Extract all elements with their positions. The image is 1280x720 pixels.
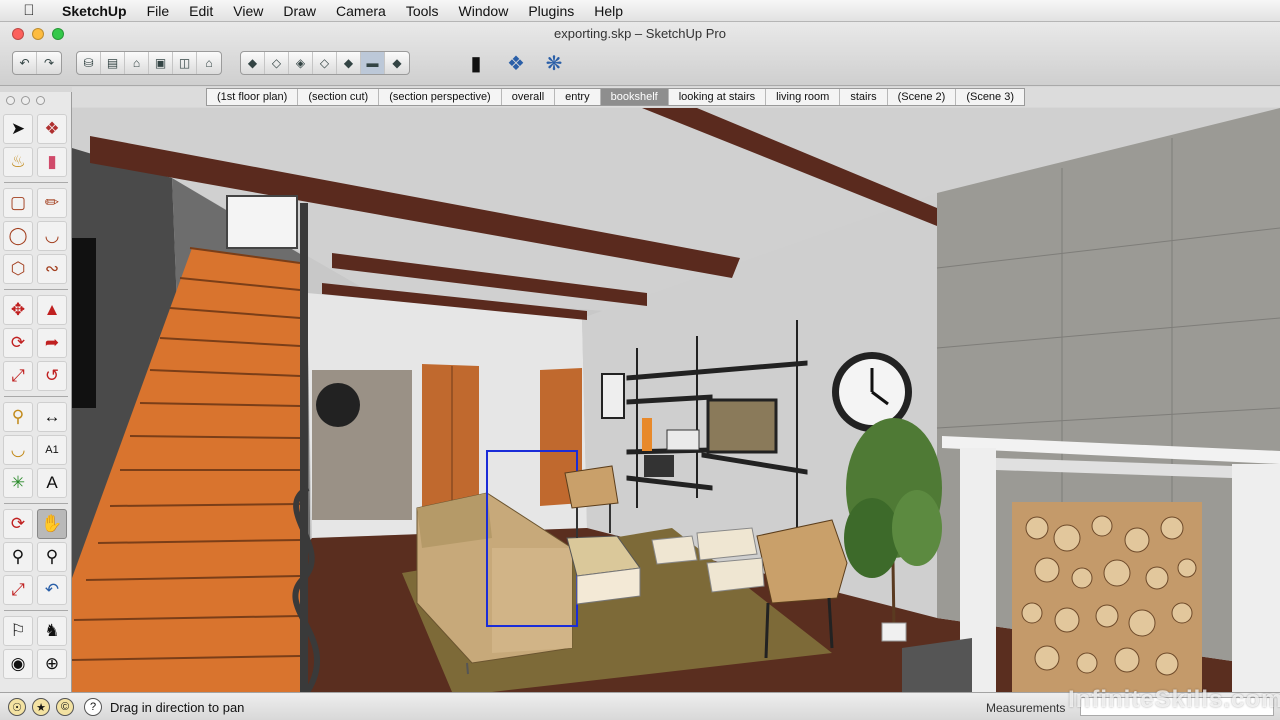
back-view-icon[interactable]: ◫ xyxy=(173,52,197,74)
right-view-icon[interactable]: ▣ xyxy=(149,52,173,74)
zoom-extents-icon[interactable]: ⤢ xyxy=(3,575,33,605)
freehand-icon[interactable]: ∾ xyxy=(37,254,67,284)
zoom-icon[interactable]: ⚲ xyxy=(3,542,33,572)
dimension-icon[interactable]: ↔ xyxy=(37,402,67,432)
arc-icon[interactable]: ◡ xyxy=(37,221,67,251)
tab-looking-at-stairs[interactable]: looking at stairs xyxy=(669,89,767,105)
tab-stairs[interactable]: stairs xyxy=(840,89,888,105)
select-icon[interactable]: ➤ xyxy=(3,114,33,144)
tab-scene-2[interactable]: (Scene 2) xyxy=(888,89,957,105)
window-title: exporting.skp – SketchUp Pro xyxy=(554,26,726,41)
eraser-icon[interactable]: ▮ xyxy=(37,147,67,177)
menu-help[interactable]: Help xyxy=(584,0,633,22)
pan-icon[interactable]: ✋ xyxy=(37,509,67,539)
follow-me-icon[interactable]: ➦ xyxy=(37,328,67,358)
tab-living-room[interactable]: living room xyxy=(766,89,841,105)
orbit-icon[interactable]: ⟳ xyxy=(3,509,33,539)
undo-redo-group: ↶ ↷ xyxy=(12,51,62,75)
monochrome-style-icon[interactable]: ◆ xyxy=(385,52,409,74)
measurements-label: Measurements xyxy=(986,701,1066,715)
get-models-icon[interactable]: ❋ xyxy=(540,49,568,77)
push-pull-icon[interactable]: ▲ xyxy=(37,295,67,325)
walk-icon[interactable]: ♞ xyxy=(37,616,67,646)
paint-bucket-icon[interactable]: ♨ xyxy=(3,147,33,177)
left-view-icon[interactable]: ⌂ xyxy=(197,52,221,74)
menu-edit[interactable]: Edit xyxy=(179,0,223,22)
axes-icon[interactable]: ✳ xyxy=(3,468,33,498)
model-viewport[interactable] xyxy=(72,108,1280,692)
menu-draw[interactable]: Draw xyxy=(273,0,326,22)
help-icon[interactable]: ? xyxy=(84,698,102,716)
back-edges-style-icon[interactable]: ◇ xyxy=(265,52,289,74)
3d-text-icon[interactable]: A xyxy=(37,468,67,498)
tab-bookshelf[interactable]: bookshelf xyxy=(600,89,669,105)
look-around-icon[interactable]: ◉ xyxy=(3,649,33,679)
tab-scene-3[interactable]: (Scene 3) xyxy=(956,89,1024,105)
front-view-icon[interactable]: ⌂ xyxy=(125,52,149,74)
menu-tools[interactable]: Tools xyxy=(396,0,449,22)
position-camera-icon[interactable]: ⚐ xyxy=(3,616,33,646)
tab-overall[interactable]: overall xyxy=(502,89,556,105)
iso-view-icon[interactable]: ⛁ xyxy=(77,52,101,74)
views-group: ⛁ ▤ ⌂ ▣ ◫ ⌂ xyxy=(76,51,222,75)
menu-file[interactable]: File xyxy=(137,0,180,22)
components-icon[interactable]: ❖ xyxy=(502,49,530,77)
line-icon[interactable]: ✏ xyxy=(37,188,67,218)
polygon-icon[interactable]: ⬡ xyxy=(3,254,33,284)
palette-minimize-button[interactable] xyxy=(21,96,30,105)
credits-icon[interactable]: ★ xyxy=(32,698,50,716)
top-view-icon[interactable]: ▤ xyxy=(101,52,125,74)
zoom-window-icon[interactable]: ⚲ xyxy=(37,542,67,572)
wireframe-style-icon[interactable]: ◈ xyxy=(289,52,313,74)
apple-icon[interactable]:  xyxy=(18,2,40,19)
scene-tabs: (1st floor plan) (section cut) (section … xyxy=(206,88,1026,106)
tab-entry[interactable]: entry xyxy=(555,89,601,105)
palette-close-button[interactable] xyxy=(6,96,15,105)
tab-1st-floor-plan[interactable]: (1st floor plan) xyxy=(207,89,299,105)
status-message: Drag in direction to pan xyxy=(110,700,245,715)
tape-measure-icon[interactable]: ⚲ xyxy=(3,402,33,432)
circle-icon[interactable]: ◯ xyxy=(3,221,33,251)
tool-palette: ➤ ❖ ♨ ▮ ▢ ✏ ◯ ◡ ⬡ ∾ ✥ ▲ ⟳ ➦ ⤢ ↺ ⚲ ↔ ◡ A1… xyxy=(0,92,72,692)
text-icon[interactable]: A1 xyxy=(37,435,67,465)
offset-icon[interactable]: ↺ xyxy=(37,361,67,391)
hidden-line-style-icon[interactable]: ◇ xyxy=(313,52,337,74)
copyright-icon[interactable]: © xyxy=(56,698,74,716)
geo-location-icon[interactable]: ☉ xyxy=(8,698,26,716)
redo-icon[interactable]: ↷ xyxy=(37,52,61,74)
shaded-style-icon[interactable]: ◆ xyxy=(337,52,361,74)
move-icon[interactable]: ✥ xyxy=(3,295,33,325)
menu-bar:  SketchUp File Edit View Draw Camera To… xyxy=(0,0,1280,22)
undo-icon[interactable]: ↶ xyxy=(13,52,37,74)
window-toolbar: exporting.skp – SketchUp Pro ↶ ↷ ⛁ ▤ ⌂ ▣… xyxy=(0,22,1280,86)
menu-view[interactable]: View xyxy=(223,0,273,22)
menu-app[interactable]: SketchUp xyxy=(52,0,137,22)
menu-window[interactable]: Window xyxy=(449,0,519,22)
section-plane-icon[interactable]: ⊕ xyxy=(37,649,67,679)
menu-plugins[interactable]: Plugins xyxy=(518,0,584,22)
scale-icon[interactable]: ⤢ xyxy=(3,361,33,391)
rotate-icon[interactable]: ⟳ xyxy=(3,328,33,358)
menu-camera[interactable]: Camera xyxy=(326,0,396,22)
section-plane-icon[interactable]: ▮ xyxy=(462,49,490,77)
tab-section-cut[interactable]: (section cut) xyxy=(298,89,380,105)
palette-window-controls xyxy=(6,96,45,105)
make-component-icon[interactable]: ❖ xyxy=(37,114,67,144)
rectangle-icon[interactable]: ▢ xyxy=(3,188,33,218)
protractor-icon[interactable]: ◡ xyxy=(3,435,33,465)
palette-zoom-button[interactable] xyxy=(36,96,45,105)
shaded-textures-style-icon[interactable]: ▬ xyxy=(361,52,385,74)
tab-section-perspective[interactable]: (section perspective) xyxy=(379,89,502,105)
interior-scene xyxy=(72,108,1280,692)
xray-style-icon[interactable]: ◆ xyxy=(241,52,265,74)
styles-group: ◆ ◇ ◈ ◇ ◆ ▬ ◆ xyxy=(240,51,410,75)
previous-view-icon[interactable]: ↶ xyxy=(37,575,67,605)
watermark-logo: InfiniteSkills.com xyxy=(1068,686,1280,713)
